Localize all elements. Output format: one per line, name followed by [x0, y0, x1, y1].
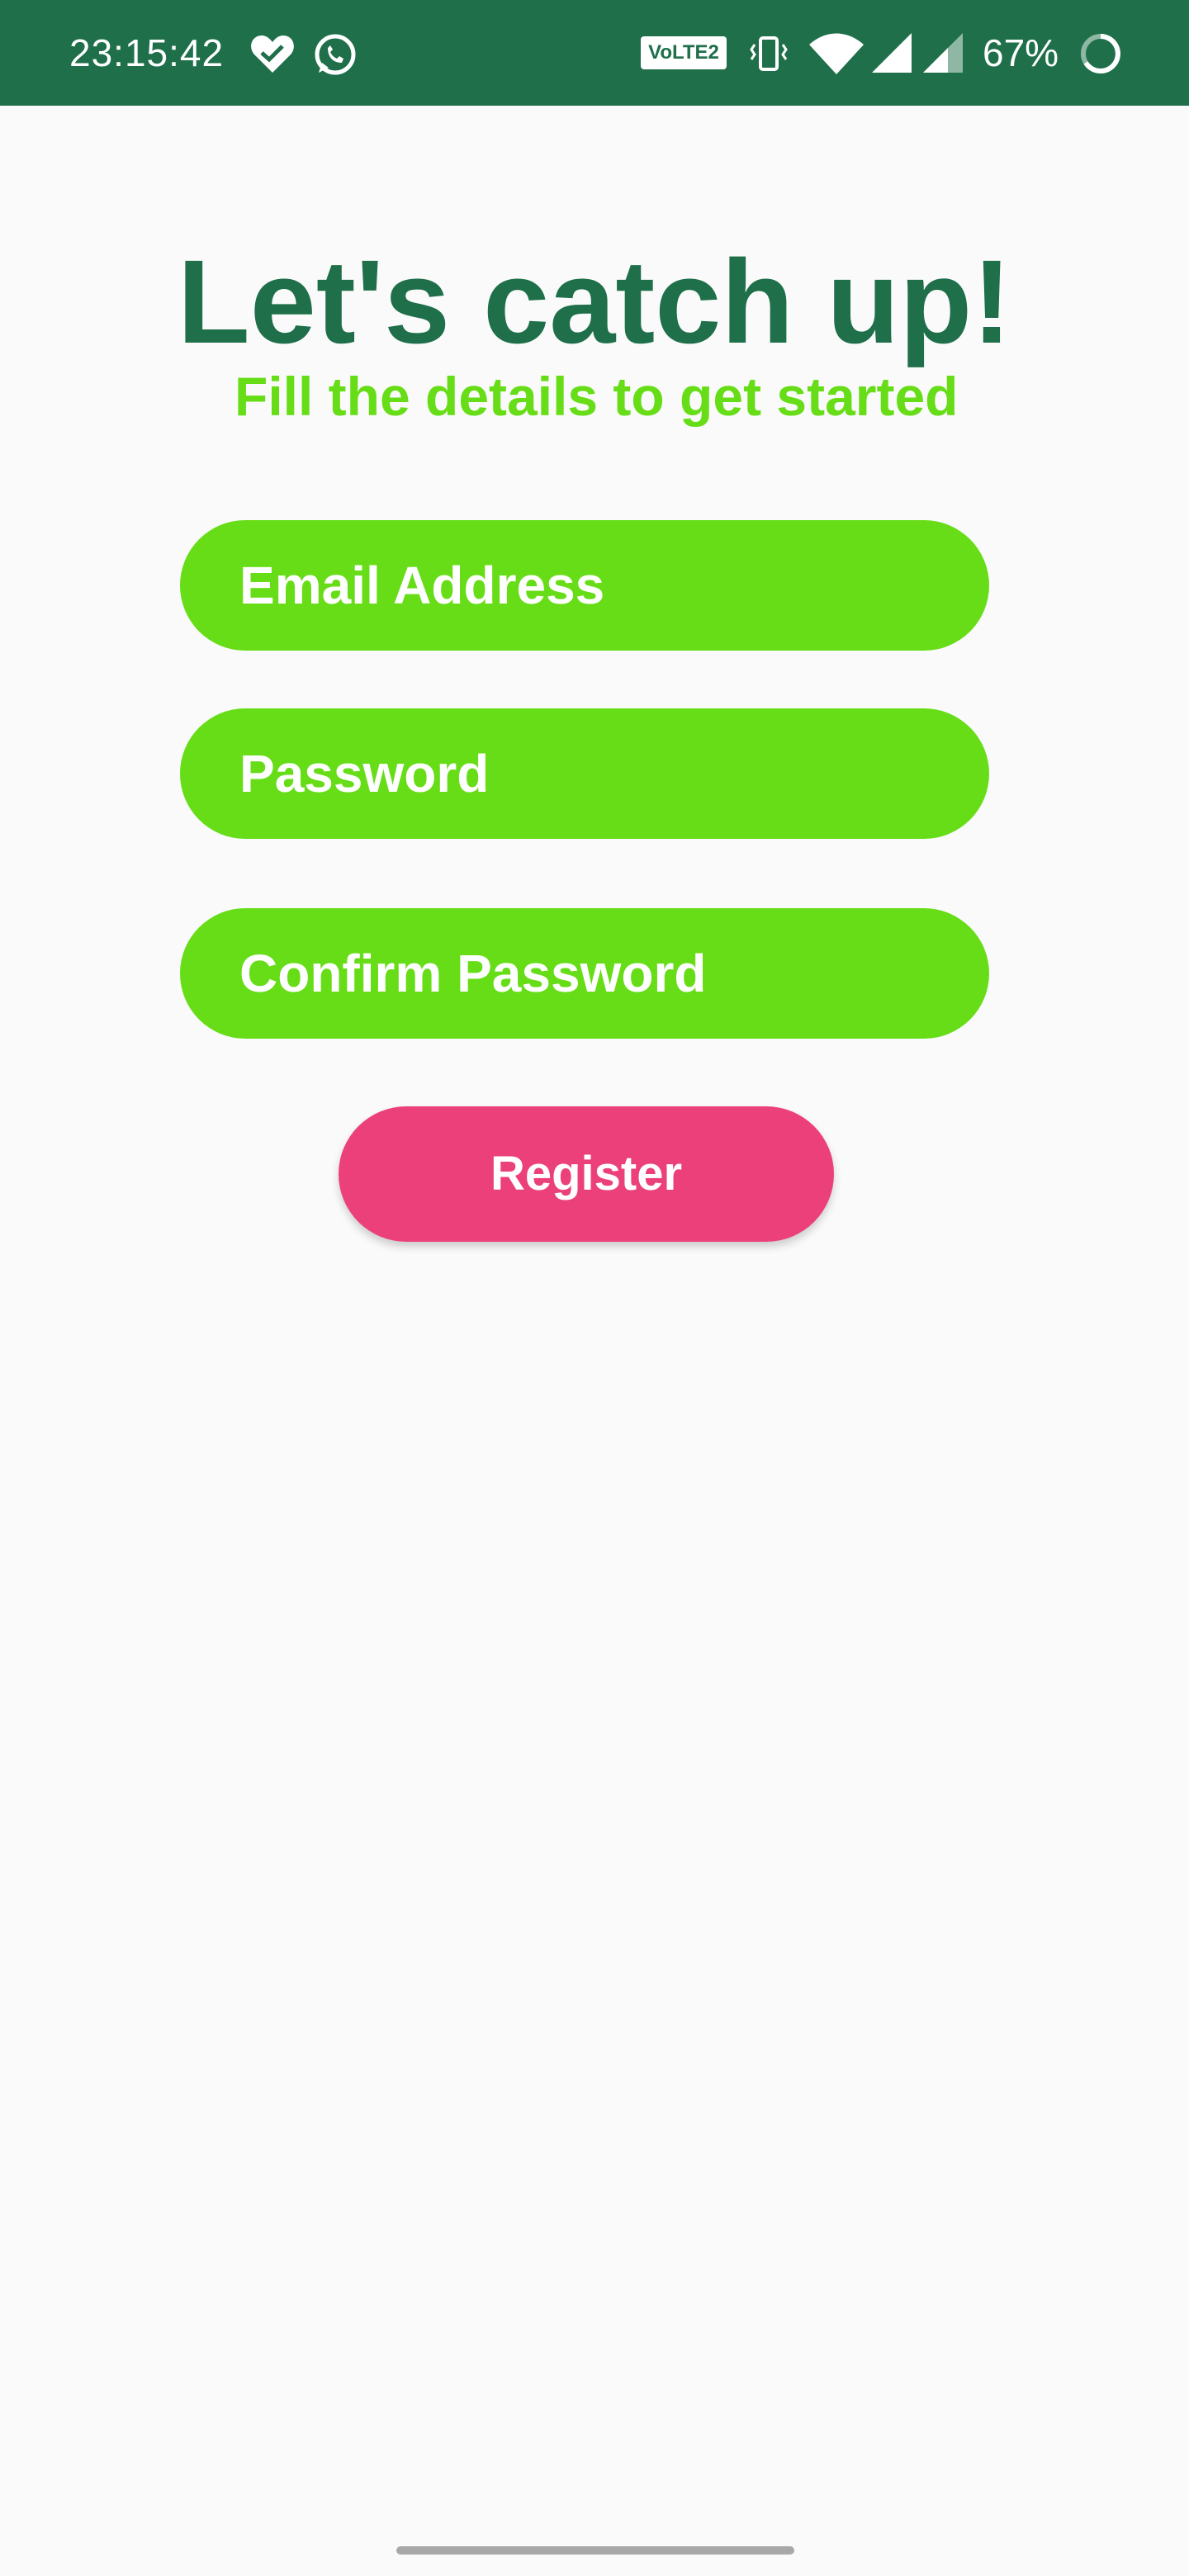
signal-icon [923, 33, 964, 78]
heart-check-icon [249, 33, 296, 78]
register-button[interactable]: Register [339, 1106, 834, 1242]
page-subtitle: Fill the details to get started [234, 366, 959, 427]
email-placeholder: Email Address [239, 556, 605, 615]
vibrate-icon [748, 33, 789, 78]
confirm-password-field[interactable]: Confirm Password [180, 908, 989, 1039]
status-time: 23:15:42 [69, 31, 225, 74]
password-placeholder: Password [239, 744, 490, 803]
confirm-password-placeholder: Confirm Password [239, 944, 707, 1003]
whatsapp-icon [312, 31, 358, 82]
status-bar: 23:15:42 VoLTE2 67% [0, 0, 1189, 106]
signal-icon [872, 33, 913, 78]
page-title: Let's catch up! [177, 235, 1012, 368]
wifi-icon [809, 33, 864, 80]
email-field[interactable]: Email Address [180, 520, 989, 651]
password-field[interactable]: Password [180, 708, 989, 839]
battery-ring-icon [1078, 31, 1123, 80]
battery-percent: 67% [983, 31, 1059, 74]
gesture-nav-handle[interactable] [396, 2546, 794, 2555]
volte-badge: VoLTE2 [641, 36, 727, 69]
